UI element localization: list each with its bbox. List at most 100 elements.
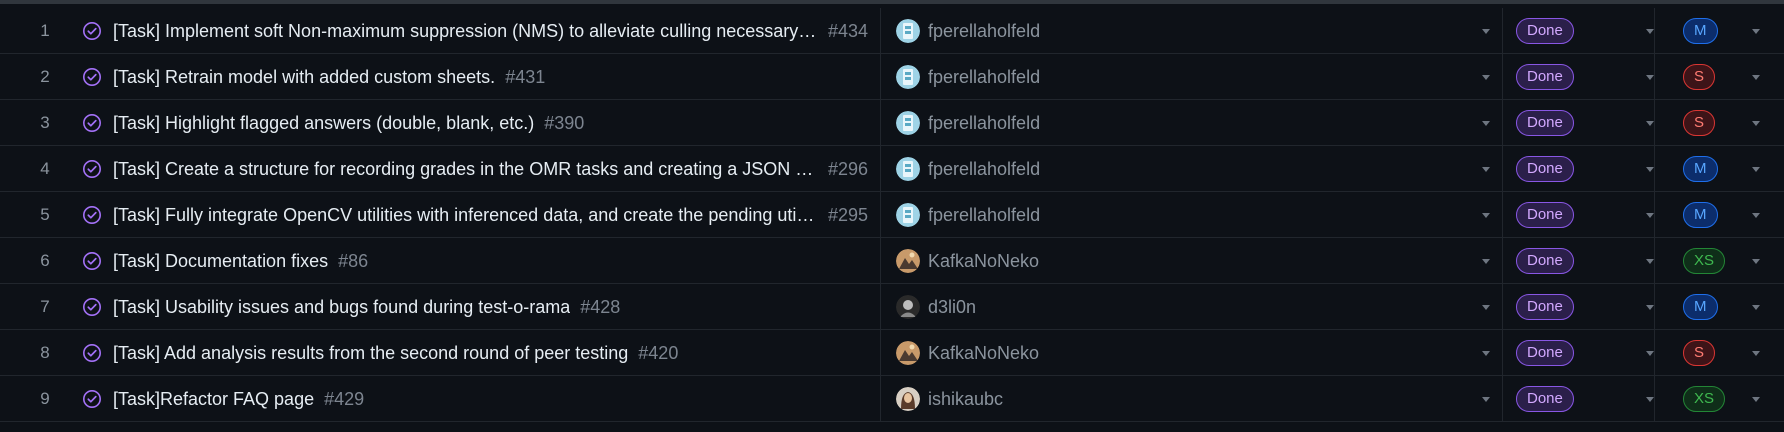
status-dropdown-caret-icon[interactable] [1646,213,1654,218]
assignee-dropdown-caret-icon[interactable] [1482,75,1490,80]
issue-title-cell: [Task] Highlight flagged answers (double… [113,100,873,146]
table-row[interactable]: 2 [Task] Retrain model with added custom… [0,54,1784,100]
assignee-dropdown-caret-icon[interactable] [1482,167,1490,172]
status-badge[interactable]: Done [1516,294,1574,320]
issue-title-link[interactable]: [Task] Usability issues and bugs found d… [113,284,570,330]
status-dropdown-caret-icon[interactable] [1646,397,1654,402]
column-divider [880,330,881,376]
size-dropdown-caret-icon[interactable] [1752,351,1760,356]
size-badge[interactable]: S [1683,110,1716,136]
status-badge[interactable]: Done [1516,64,1574,90]
status-badge[interactable]: Done [1516,340,1574,366]
issue-title-cell: [Task] Retrain model with added custom s… [113,54,873,100]
assignee-dropdown-caret-icon[interactable] [1482,259,1490,264]
size-badge[interactable]: XS [1683,248,1726,274]
assignee-dropdown-caret-icon[interactable] [1482,351,1490,356]
table-row[interactable]: 6 [Task] Documentation fixes #86 KafkaNoN… [0,238,1784,284]
issue-title-link[interactable]: [Task] Implement soft Non-maximum suppre… [113,8,818,54]
issue-number[interactable]: #428 [580,284,620,330]
issue-number[interactable]: #390 [544,100,584,146]
avatar-ishikaubc-icon[interactable] [896,387,920,411]
issue-title-link[interactable]: [Task] Add analysis results from the sec… [113,330,628,376]
issue-number[interactable]: #295 [828,192,868,238]
issue-number[interactable]: #434 [828,8,868,54]
avatar-fperellaholfeld-icon[interactable] [896,65,920,89]
row-number: 3 [40,113,50,132]
assignee-name[interactable]: fperellaholfeld [928,8,1040,54]
table-row[interactable]: 8 [Task] Add analysis results from the s… [0,330,1784,376]
issue-title-link[interactable]: [Task] Highlight flagged answers (double… [113,100,534,146]
table-row[interactable]: 5 [Task] Fully integrate OpenCV utilitie… [0,192,1784,238]
issue-title-link[interactable]: [Task] Retrain model with added custom s… [113,54,495,100]
avatar-kafkanoneko-icon[interactable] [896,249,920,273]
assignee-dropdown-caret-icon[interactable] [1482,213,1490,218]
table-row[interactable]: 4 [Task] Create a structure for recordin… [0,146,1784,192]
avatar-fperellaholfeld-icon[interactable] [896,111,920,135]
size-badge[interactable]: M [1683,202,1718,228]
assignee-name[interactable]: d3li0n [928,284,976,330]
table-row[interactable]: 3 [Task] Highlight flagged answers (doub… [0,100,1784,146]
assignee-dropdown-caret-icon[interactable] [1482,397,1490,402]
issue-title-link[interactable]: [Task]Refactor FAQ page [113,376,314,422]
project-table: 1 [Task] Implement soft Non-maximum supp… [0,0,1784,432]
table-row[interactable]: 1 [Task] Implement soft Non-maximum supp… [0,8,1784,54]
column-divider [1654,284,1655,330]
size-badge[interactable]: M [1683,156,1718,182]
issue-title-cell: [Task]Refactor FAQ page #429 [113,376,873,422]
status-dropdown-caret-icon[interactable] [1646,351,1654,356]
issue-title-link[interactable]: [Task] Fully integrate OpenCV utilities … [113,192,818,238]
column-divider [880,284,881,330]
assignee-name[interactable]: KafkaNoNeko [928,330,1039,376]
assignee-name[interactable]: fperellaholfeld [928,146,1040,192]
issue-title-link[interactable]: [Task] Create a structure for recording … [113,146,818,192]
assignee-dropdown-caret-icon[interactable] [1482,305,1490,310]
issue-number[interactable]: #296 [828,146,868,192]
assignee-name[interactable]: fperellaholfeld [928,100,1040,146]
status-badge[interactable]: Done [1516,202,1574,228]
size-dropdown-caret-icon[interactable] [1752,29,1760,34]
size-dropdown-caret-icon[interactable] [1752,397,1760,402]
status-dropdown-caret-icon[interactable] [1646,121,1654,126]
assignee-name[interactable]: KafkaNoNeko [928,238,1039,284]
issue-number[interactable]: #429 [324,376,364,422]
size-dropdown-caret-icon[interactable] [1752,213,1760,218]
status-badge[interactable]: Done [1516,18,1574,44]
status-badge[interactable]: Done [1516,386,1574,412]
row-number: 5 [40,205,50,224]
issue-number[interactable]: #86 [338,238,368,284]
size-badge[interactable]: M [1683,18,1718,44]
assignee-dropdown-caret-icon[interactable] [1482,29,1490,34]
avatar-fperellaholfeld-icon[interactable] [896,157,920,181]
size-badge[interactable]: M [1683,294,1718,320]
status-dropdown-caret-icon[interactable] [1646,29,1654,34]
avatar-kafkanoneko-icon[interactable] [896,341,920,365]
status-badge[interactable]: Done [1516,110,1574,136]
status-dropdown-caret-icon[interactable] [1646,167,1654,172]
issue-number[interactable]: #431 [505,54,545,100]
assignee-name[interactable]: ishikaubc [928,376,1003,422]
avatar-fperellaholfeld-icon[interactable] [896,19,920,43]
size-dropdown-caret-icon[interactable] [1752,305,1760,310]
status-badge[interactable]: Done [1516,248,1574,274]
issue-title-cell: [Task] Create a structure for recording … [113,146,873,192]
status-dropdown-caret-icon[interactable] [1646,305,1654,310]
issue-number[interactable]: #420 [638,330,678,376]
avatar-d3li0n-icon[interactable] [896,295,920,319]
table-row[interactable]: 7 [Task] Usability issues and bugs found… [0,284,1784,330]
size-dropdown-caret-icon[interactable] [1752,167,1760,172]
size-badge[interactable]: S [1683,64,1716,90]
assignee-name[interactable]: fperellaholfeld [928,54,1040,100]
avatar-fperellaholfeld-icon[interactable] [896,203,920,227]
size-badge[interactable]: XS [1683,386,1726,412]
size-dropdown-caret-icon[interactable] [1752,121,1760,126]
size-dropdown-caret-icon[interactable] [1752,259,1760,264]
assignee-dropdown-caret-icon[interactable] [1482,121,1490,126]
assignee-name[interactable]: fperellaholfeld [928,192,1040,238]
status-dropdown-caret-icon[interactable] [1646,259,1654,264]
status-dropdown-caret-icon[interactable] [1646,75,1654,80]
size-badge[interactable]: S [1683,340,1716,366]
size-dropdown-caret-icon[interactable] [1752,75,1760,80]
status-badge[interactable]: Done [1516,156,1574,182]
table-row[interactable]: 9 [Task]Refactor FAQ page #429 ishikaubc … [0,376,1784,422]
issue-title-link[interactable]: [Task] Documentation fixes [113,238,328,284]
